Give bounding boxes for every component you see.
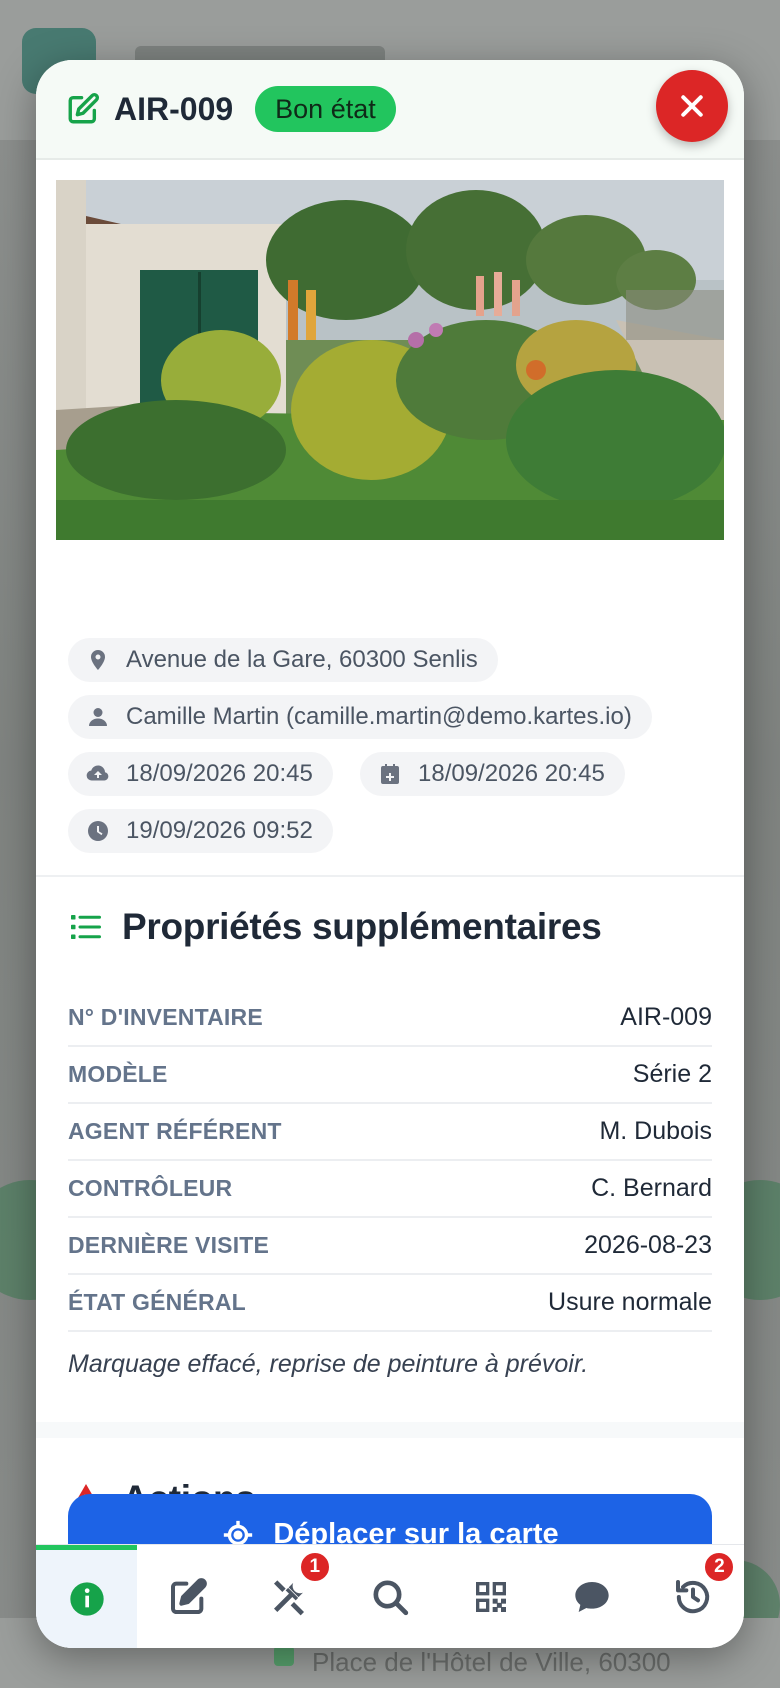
nav-edit[interactable] — [137, 1545, 238, 1648]
property-key: ÉTAT GÉNÉRAL — [68, 1289, 246, 1315]
property-note: Marquage effacé, reprise de peinture à p… — [68, 1350, 589, 1378]
created-date-chip: 18/09/2026 20:45 — [360, 752, 625, 796]
table-row: MODÈLE Série 2 — [68, 1047, 712, 1104]
list-icon — [71, 915, 101, 939]
search-icon — [373, 1580, 409, 1615]
user-chip: Camille Martin (camille.martin@demo.kart… — [68, 695, 652, 739]
property-value: M. Dubois — [599, 1117, 712, 1145]
property-key: AGENT RÉFÉRENT — [68, 1118, 282, 1144]
location-pin-icon — [91, 650, 105, 670]
tools-icon — [273, 1579, 304, 1615]
close-button[interactable] — [656, 70, 728, 142]
asset-detail-modal: AIR-009 Bon état Avenue de la Gare, 6030… — [36, 60, 744, 1648]
uploaded-date-text: 18/09/2026 20:45 — [126, 760, 313, 787]
history-badge: 2 — [703, 1551, 736, 1583]
edit-icon — [170, 1577, 207, 1614]
properties-table: N° D'INVENTAIRE AIR-009 MODÈLE Série 2 A… — [68, 990, 712, 1332]
user-text: Camille Martin (camille.martin@demo.kart… — [126, 703, 632, 730]
created-date-text: 18/09/2026 20:45 — [418, 760, 605, 787]
property-value: C. Bernard — [591, 1174, 712, 1202]
address-text: Avenue de la Gare, 60300 Senlis — [126, 646, 478, 673]
background-list-item: Place de l'Hôtel de Ville, 60300 — [312, 1647, 671, 1677]
nav-tools[interactable]: 1 — [238, 1545, 339, 1648]
property-key: MODÈLE — [68, 1061, 168, 1087]
updated-date-chip: 19/09/2026 09:52 — [68, 809, 333, 853]
updated-date-text: 19/09/2026 09:52 — [126, 817, 313, 844]
modal-content[interactable]: Avenue de la Gare, 60300 Senlis Camille … — [36, 160, 744, 1544]
divider — [36, 875, 744, 877]
bottom-nav: 1 2 — [36, 1544, 744, 1648]
property-value: AIR-009 — [620, 1003, 712, 1031]
property-value: Série 2 — [632, 1060, 712, 1088]
close-icon — [681, 95, 703, 117]
qr-code-icon — [476, 1581, 507, 1612]
tools-badge: 1 — [298, 1551, 331, 1583]
nav-comments[interactable] — [542, 1545, 643, 1648]
table-row: ÉTAT GÉNÉRAL Usure normale — [68, 1275, 712, 1332]
edit-square-icon[interactable] — [66, 92, 100, 126]
uploaded-date-chip: 18/09/2026 20:45 — [68, 752, 333, 796]
asset-photo[interactable] — [56, 180, 724, 540]
property-value: Usure normale — [548, 1288, 712, 1316]
table-row: AGENT RÉFÉRENT M. Dubois — [68, 1104, 712, 1161]
modal-header: AIR-009 Bon état — [36, 60, 744, 160]
clock-icon — [88, 821, 108, 841]
properties-title-text: Propriétés supplémentaires — [122, 906, 602, 947]
nav-info[interactable] — [36, 1545, 138, 1648]
property-key: CONTRÔLEUR — [68, 1175, 233, 1201]
cloud-upload-icon — [86, 765, 109, 781]
comment-icon — [575, 1581, 609, 1612]
user-icon — [89, 708, 107, 726]
asset-code: AIR-009 — [114, 90, 234, 127]
table-row: N° D'INVENTAIRE AIR-009 — [68, 990, 712, 1047]
nav-search[interactable] — [339, 1545, 440, 1648]
section-separator — [36, 1422, 744, 1438]
property-key: N° D'INVENTAIRE — [68, 1004, 263, 1030]
table-row: DERNIÈRE VISITE 2026-08-23 — [68, 1218, 712, 1275]
history-icon — [676, 1579, 710, 1613]
table-row: CONTRÔLEUR C. Bernard — [68, 1161, 712, 1218]
property-value: 2026-08-23 — [584, 1231, 712, 1259]
nav-history[interactable]: 2 — [643, 1545, 744, 1648]
properties-section-title: Propriétés supplémentaires — [68, 906, 602, 948]
info-icon — [69, 1582, 104, 1616]
garden-photo-image — [56, 180, 724, 540]
status-badge: Bon état — [255, 86, 396, 132]
address-chip: Avenue de la Gare, 60300 Senlis — [68, 638, 498, 682]
background-list-dot — [274, 1646, 294, 1666]
property-key: DERNIÈRE VISITE — [68, 1232, 270, 1258]
nav-qr-code[interactable] — [441, 1545, 542, 1648]
calendar-plus-icon — [381, 764, 399, 784]
